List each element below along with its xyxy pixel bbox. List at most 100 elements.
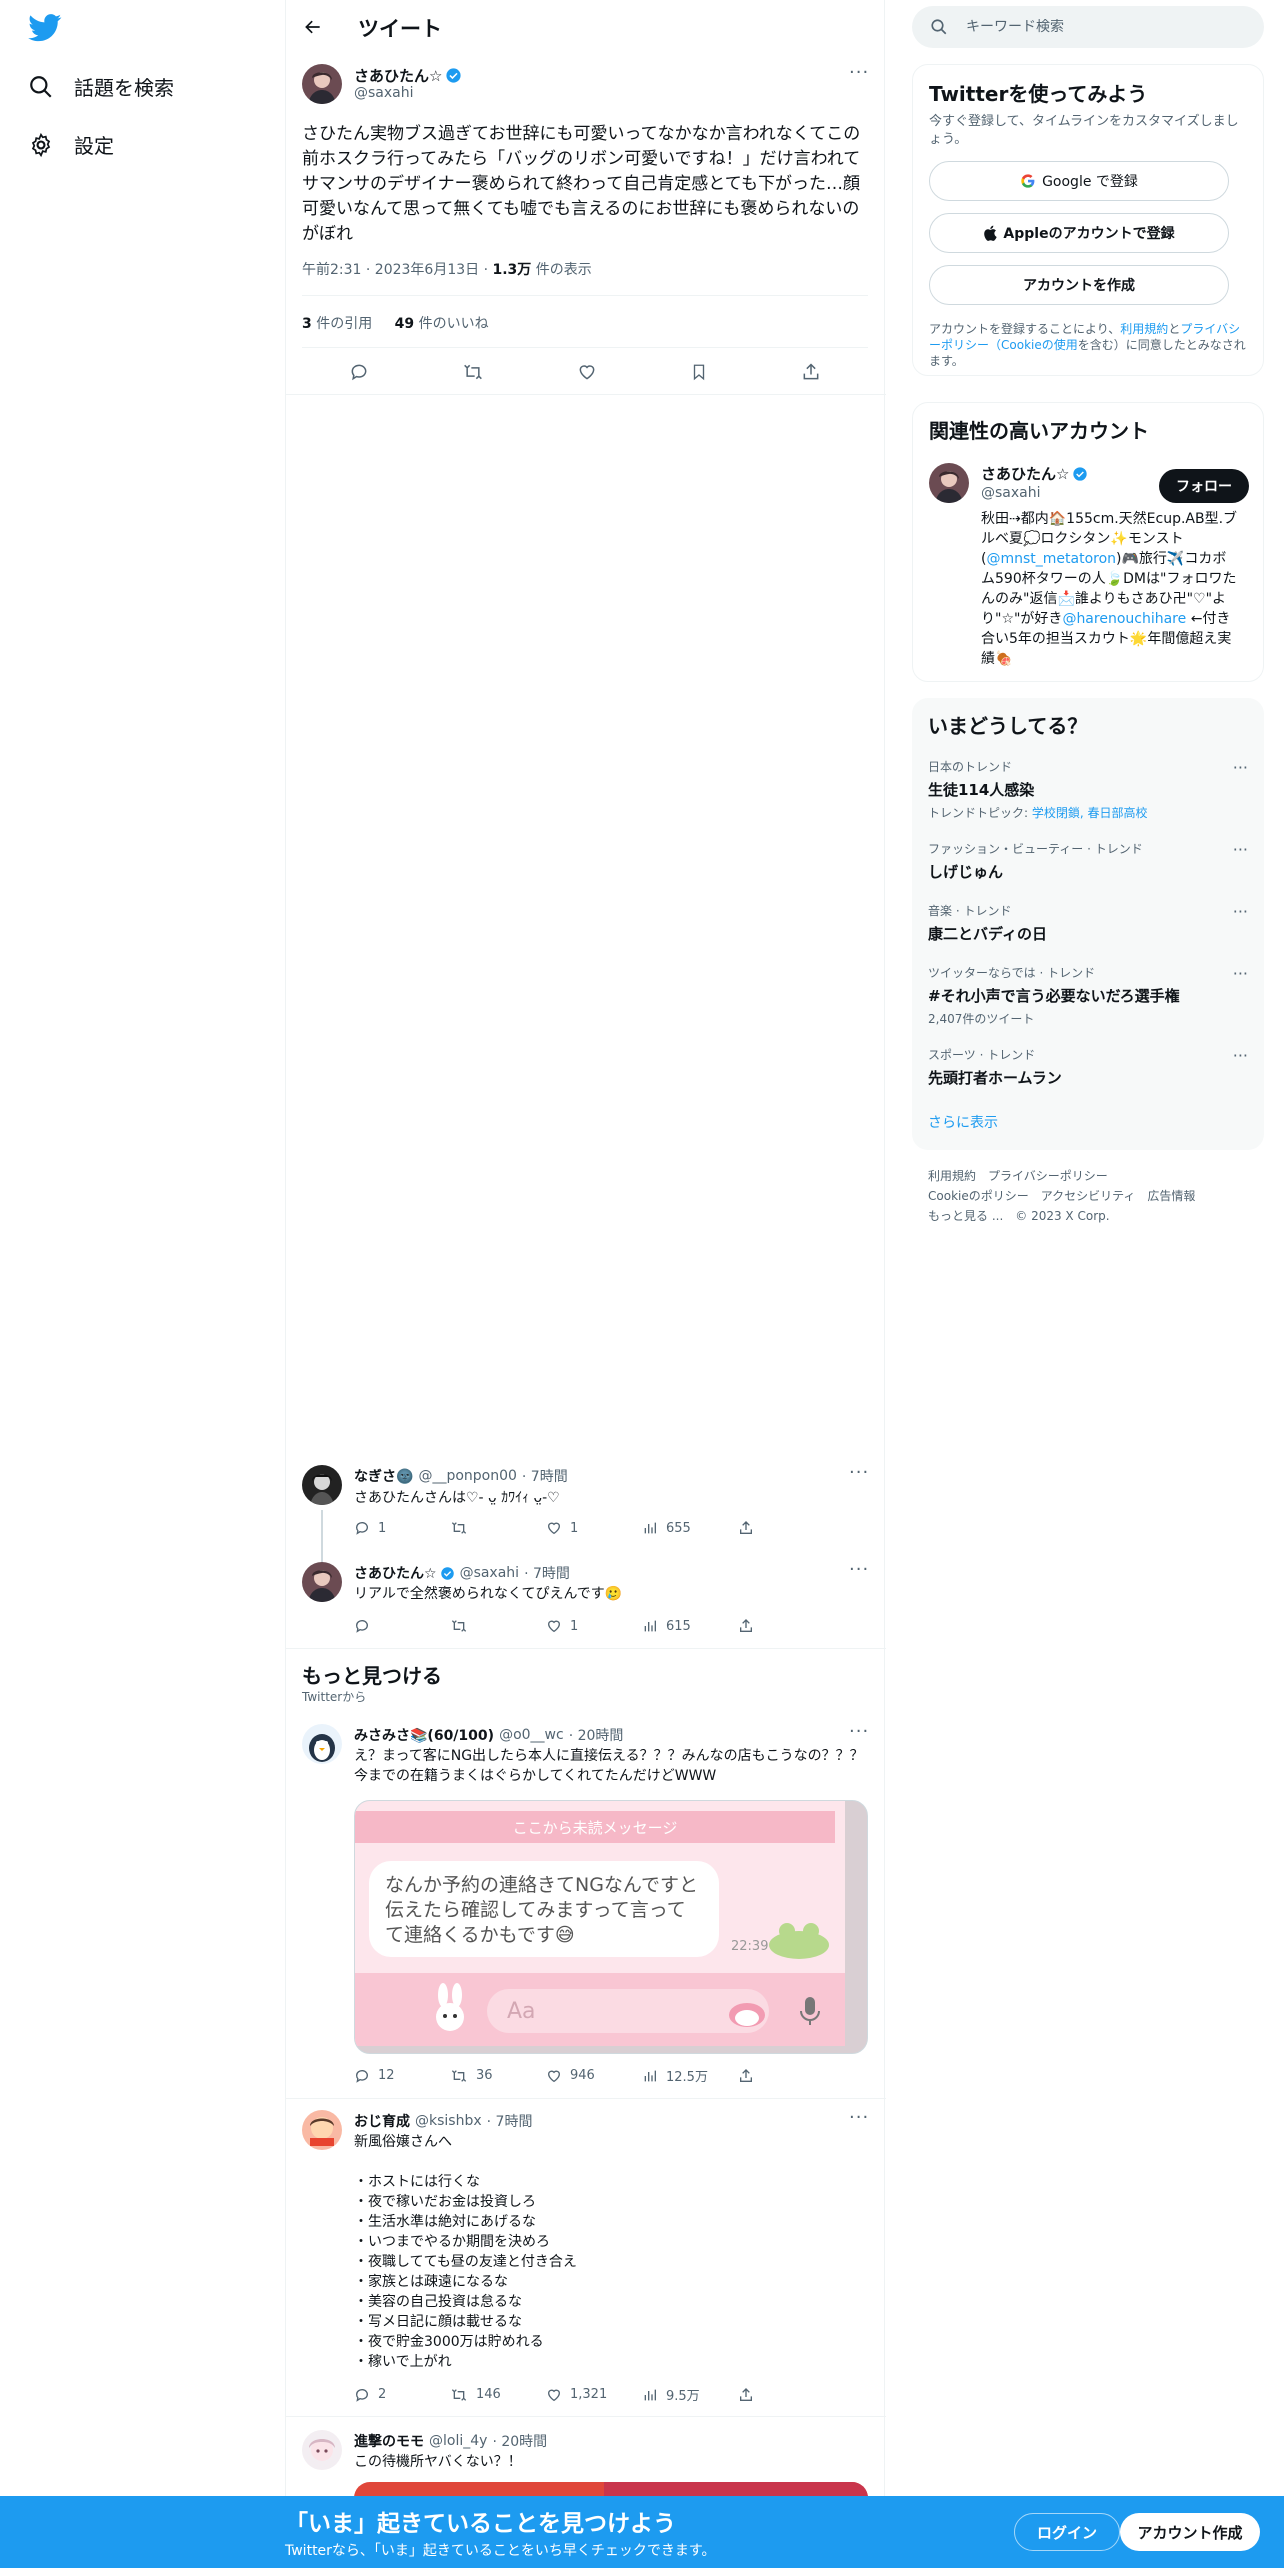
share-icon[interactable] (801, 362, 821, 382)
avatar[interactable] (302, 64, 342, 104)
related-accounts-card: 関連性の高いアカウント さあひたん☆ @saxahi フォロー 秋田⇢都内🏠15… (912, 402, 1264, 682)
avatar[interactable] (302, 1562, 342, 1602)
related-account-handle[interactable]: @saxahi (981, 485, 1041, 501)
like-button[interactable]: 1 (546, 1520, 642, 1536)
tweet-text: この待機所ヤバくない？！ (354, 2454, 522, 2470)
show-more-link[interactable]: さらに表示 (928, 1112, 998, 1132)
reply-text: リアルで全然褒められなくてぴえんです🥲 (354, 1586, 623, 1602)
share-icon[interactable] (738, 2387, 834, 2403)
reply-button[interactable] (354, 1618, 450, 1634)
nav-settings[interactable]: 設定 (28, 130, 114, 159)
more-options-icon[interactable]: ··· (1233, 1046, 1248, 1065)
likes-stat[interactable]: 49 件のいいね (395, 316, 489, 332)
tweet-timestamp[interactable]: 午前2:31 · 2023年6月13日 · (302, 262, 493, 278)
reply-button[interactable]: 12 (354, 2068, 450, 2084)
author-handle[interactable]: @saxahi (354, 85, 414, 101)
like-button[interactable]: 946 (546, 2068, 642, 2084)
like-button[interactable]: 1,321 (546, 2387, 642, 2403)
share-icon[interactable] (738, 2068, 834, 2084)
like-button[interactable]: 1 (546, 1618, 642, 1634)
search-icon (28, 74, 74, 100)
attached-image[interactable]: ここから未読メッセージ なんか予約の連絡きてNGなんですと伝えたら確認してみます… (354, 1800, 868, 2054)
reply-button[interactable]: 1 (354, 1520, 450, 1536)
more-options-icon[interactable]: ··· (1233, 964, 1248, 983)
tweet-author[interactable]: さあひたん☆ (354, 65, 462, 86)
terms-link[interactable]: 利用規約 (1120, 322, 1168, 336)
more-options-icon[interactable]: ··· (849, 62, 869, 83)
more-options-icon[interactable]: ··· (1233, 902, 1248, 921)
trend-item[interactable]: ツイッターならでは · トレンド #それ小声で言う必要ないだろ選手権 2,407… (928, 964, 1248, 1027)
tweet-meta: 午前2:31 · 2023年6月13日 · 1.3万 件の表示 (302, 259, 592, 279)
views-button[interactable]: 12.5万 (642, 2066, 738, 2085)
more-options-icon[interactable]: ··· (849, 1721, 869, 1742)
apple-signup-button[interactable]: Appleのアカウントで登録 (929, 213, 1229, 253)
follow-button[interactable]: フォロー (1159, 469, 1249, 503)
trend-item[interactable]: 音楽 · トレンド 康二とバディの日 ··· (928, 902, 1248, 944)
banner-subtitle: Twitterなら、「いま」起きていることをいち早くチェックできます。 (285, 2543, 716, 2559)
retweet-button[interactable]: 36 (450, 2068, 546, 2084)
share-icon[interactable] (738, 1520, 834, 1536)
footer-link[interactable]: 利用規約 (928, 1169, 976, 1183)
search-bar[interactable] (912, 6, 1264, 48)
related-bio: 秋田⇢都内🏠155cm.天然Ecup.AB型.ブルベ夏💭ロクシタン✨モンスト(@… (981, 511, 1238, 667)
more-options-icon[interactable]: ··· (1233, 840, 1248, 859)
cookie-link[interactable]: Cookieの使用 (1001, 338, 1078, 352)
nav-settings-label: 設定 (74, 134, 114, 158)
back-arrow-icon[interactable] (302, 17, 324, 37)
footer-link[interactable]: プライバシーポリシー (988, 1169, 1108, 1183)
related-account-name[interactable]: さあひたん☆ (981, 463, 1088, 484)
retweet-button[interactable] (450, 1618, 546, 1634)
quotes-stat[interactable]: 3 件の引用 (302, 316, 372, 332)
avatar[interactable] (929, 463, 969, 503)
views-label: 件の表示 (531, 262, 592, 278)
reply-button[interactable]: 2 (354, 2387, 450, 2403)
more-options-icon[interactable]: ··· (1233, 758, 1248, 777)
google-signup-button[interactable]: Google で登録 (929, 161, 1229, 201)
footer-link[interactable]: アクセシビリティ (1041, 1189, 1136, 1203)
left-nav: 話題を検索 設定 (0, 0, 285, 2568)
divider (286, 2416, 886, 2417)
views-button[interactable]: 9.5万 (642, 2385, 738, 2404)
reply-icon[interactable] (349, 362, 369, 382)
like-icon[interactable] (577, 362, 597, 382)
trend-item[interactable]: ファッション・ビューティー · トレンド しげじゅん ··· (928, 840, 1248, 882)
avatar[interactable] (302, 2110, 342, 2150)
views-button[interactable]: 615 (642, 1618, 738, 1634)
nav-explore[interactable]: 話題を検索 (28, 72, 174, 101)
avatar[interactable] (302, 1724, 342, 1764)
search-input[interactable] (966, 19, 1226, 35)
chat-time: 22:39 (731, 1939, 769, 1954)
login-button[interactable]: ログイン (1014, 2513, 1120, 2551)
retweet-icon[interactable] (462, 362, 484, 382)
retweet-button[interactable]: 146 (450, 2387, 546, 2403)
more-options-icon[interactable]: ··· (849, 2107, 869, 2128)
tweet-stats: 3 件の引用 49 件のいいね (302, 313, 489, 333)
avatar[interactable] (302, 2430, 342, 2470)
signup-button[interactable]: アカウント作成 (1120, 2513, 1260, 2551)
avatar[interactable] (302, 1465, 342, 1505)
divider (302, 347, 868, 348)
bio-link[interactable]: @harenouchihare (1062, 611, 1186, 627)
page-header: ツイート (286, 0, 884, 54)
verified-badge-icon (1072, 466, 1088, 482)
create-account-button[interactable]: アカウントを作成 (929, 265, 1229, 305)
bookmark-icon[interactable] (690, 362, 708, 382)
retweet-button[interactable] (450, 1520, 546, 1536)
footer-link[interactable]: もっと見る ... (928, 1209, 1003, 1223)
trend-item[interactable]: スポーツ · トレンド 先頭打者ホームラン ··· (928, 1046, 1248, 1088)
footer-link[interactable]: Cookieのポリシー (928, 1189, 1029, 1203)
share-icon[interactable] (738, 1618, 834, 1634)
divider (286, 1648, 886, 1649)
trend-item[interactable]: 日本のトレンド 生徒114人感染 トレンドトピック: 学校閉鎖, 春日部高校 ·… (928, 758, 1248, 821)
views-button[interactable]: 655 (642, 1520, 738, 1536)
verified-badge-icon (445, 67, 462, 84)
footer-link[interactable]: 広告情報 (1147, 1189, 1195, 1203)
more-options-icon[interactable]: ··· (849, 1462, 869, 1483)
divider (286, 394, 886, 395)
apple-icon (983, 225, 1003, 241)
twitter-logo-icon[interactable] (28, 14, 62, 42)
bio-link[interactable]: @mnst_metatoron (986, 551, 1116, 567)
more-options-icon[interactable]: ··· (849, 1559, 869, 1580)
tweet-text: さひたん実物ブス過ぎてお世辞にも可愛いってなかなか言われなくてこの前ホスクラ行っ… (302, 124, 861, 244)
thread-line (321, 1510, 323, 1568)
